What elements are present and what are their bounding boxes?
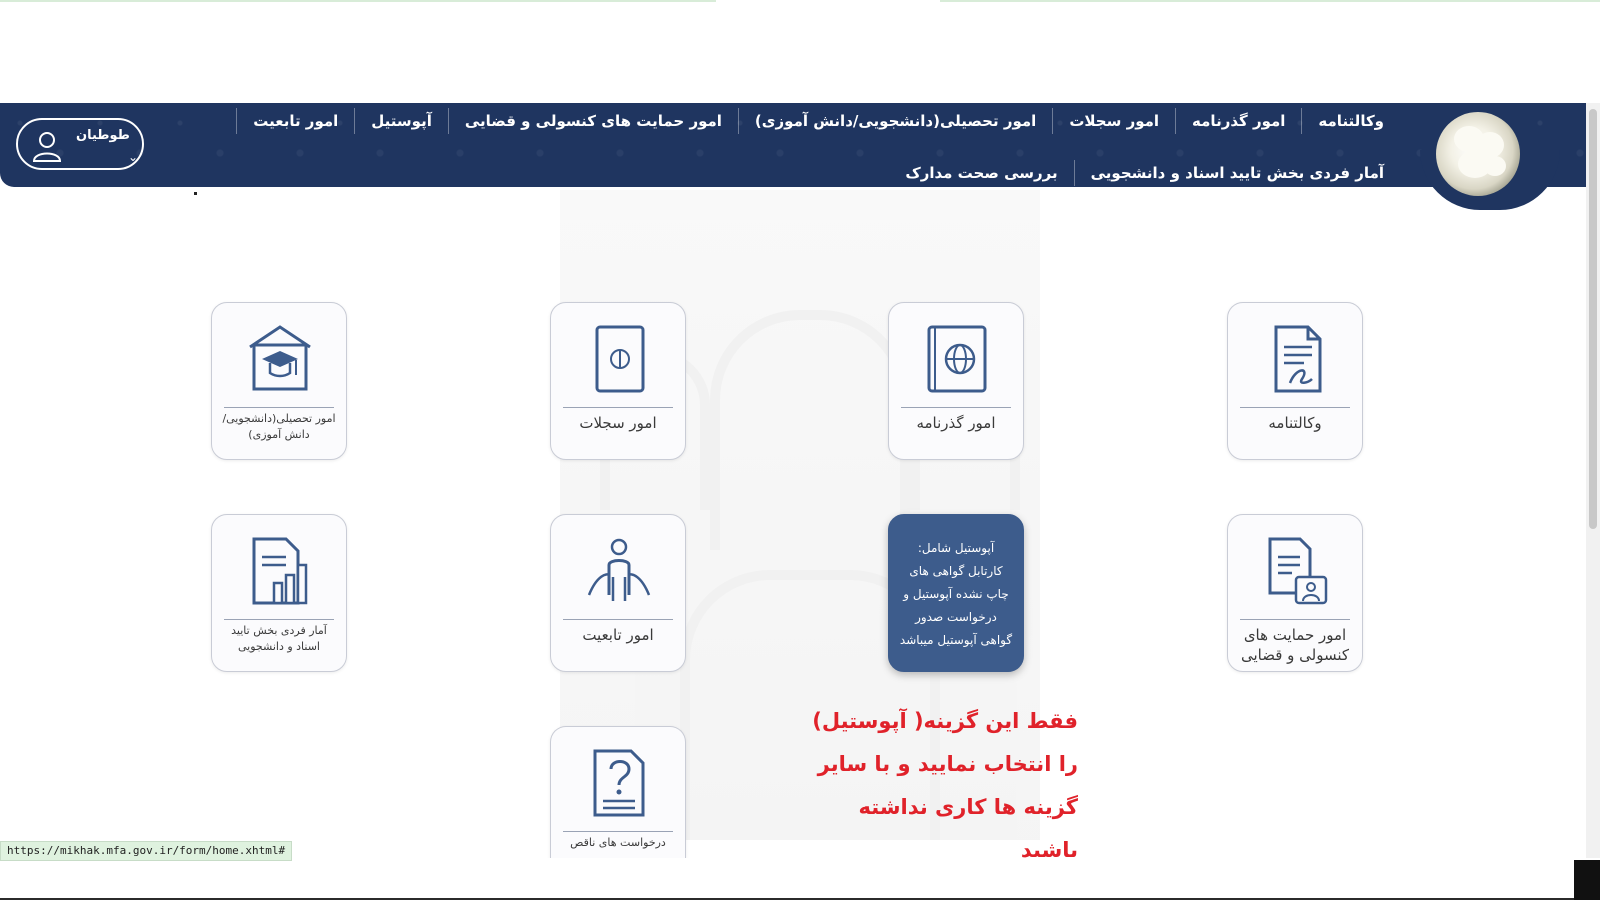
- tile-education[interactable]: امور تحصیلی(دانشجویی/دانش آموزی): [211, 302, 347, 460]
- registry-book-icon: [595, 325, 645, 393]
- apostille-tooltip: آپوستیل شامل: کارتابل گواهی های چاپ نشده…: [899, 541, 1013, 647]
- document-person-icon: [1268, 537, 1328, 605]
- tile-divider: [1240, 407, 1350, 408]
- nav-row-primary: وکالتنامه امور گذرنامه امور سجلات امور ت…: [236, 108, 1400, 134]
- nav-power-of-attorney[interactable]: وکالتنامه: [1301, 108, 1400, 134]
- nav-document-verification[interactable]: بررسی صحت مدارک: [889, 160, 1073, 186]
- corner-widget: [1574, 860, 1600, 900]
- tile-divider: [563, 831, 673, 832]
- tile-label: امور تابعیت: [582, 626, 654, 644]
- nav-apostille[interactable]: آپوستیل: [354, 108, 448, 134]
- user-icon: [32, 132, 62, 162]
- nav-statistics[interactable]: آمار فردی بخش تایید اسناد و دانشجویی: [1073, 160, 1400, 186]
- tile-divider: [563, 619, 673, 620]
- bottom-area: [0, 858, 1600, 900]
- tile-consular-support[interactable]: امور حمایت های کنسولی و قضایی: [1227, 514, 1363, 672]
- tile-incomplete-requests[interactable]: درخواست های ناقص: [550, 726, 686, 858]
- browser-top-line: [0, 0, 1600, 2]
- chevron-down-icon: ⌄: [128, 150, 139, 164]
- tile-passport[interactable]: امور گذرنامه: [888, 302, 1024, 460]
- tile-registry[interactable]: امور سجلات: [550, 302, 686, 460]
- tile-label: درخواست های ناقص: [570, 836, 666, 849]
- document-signature-icon: [1274, 325, 1322, 393]
- vertical-scrollbar[interactable]: [1586, 103, 1600, 858]
- nav-row-secondary: آمار فردی بخش تایید اسناد و دانشجویی برر…: [889, 160, 1400, 186]
- tile-citizenship[interactable]: امور تابعیت: [550, 514, 686, 672]
- carnation-logo[interactable]: [1436, 112, 1520, 196]
- nav-consular-support[interactable]: امور حمایت های کنسولی و قضایی: [447, 108, 738, 134]
- question-document-icon: [593, 749, 645, 817]
- tile-divider: [901, 407, 1011, 408]
- instruction-note: فقط این گزینه( آپوستیل) را انتخاب نمایید…: [812, 709, 1078, 862]
- tile-apostille[interactable]: آپوستیل شامل: کارتابل گواهی های چاپ نشده…: [888, 514, 1024, 672]
- nav-education[interactable]: امور تحصیلی(دانشجویی/دانش آموزی): [737, 108, 1052, 134]
- status-bar-url: https://mikhak.mfa.gov.ir/form/home.xhtm…: [0, 841, 293, 861]
- tile-label: امور گذرنامه: [916, 414, 996, 432]
- stray-dot: [194, 192, 197, 195]
- tile-divider: [563, 407, 673, 408]
- passport-globe-icon: [927, 325, 987, 393]
- scrollbar-thumb[interactable]: [1589, 109, 1597, 529]
- tile-divider: [224, 407, 334, 408]
- nav-passport[interactable]: امور گذرنامه: [1175, 108, 1301, 134]
- tile-divider: [224, 619, 334, 620]
- tile-statistics[interactable]: آمار فردی بخش تایید اسناد و دانشجویی: [211, 514, 347, 672]
- tile-power-of-attorney[interactable]: وکالتنامه: [1227, 302, 1363, 460]
- nav-citizenship[interactable]: امور تابعیت: [236, 108, 354, 134]
- nav-registry[interactable]: امور سجلات: [1052, 108, 1175, 134]
- user-menu-button[interactable]: طوطیان ⌄: [16, 118, 144, 170]
- graduation-cap-icon: [249, 325, 311, 391]
- tile-divider: [1240, 619, 1350, 620]
- user-name: طوطیان: [76, 128, 130, 143]
- tile-label: امور حمایت های کنسولی و قضایی: [1240, 626, 1350, 664]
- tile-label: امور سجلات: [579, 414, 657, 432]
- report-chart-icon: [252, 537, 308, 605]
- tile-label: آمار فردی بخش تایید اسناد و دانشجویی: [231, 624, 327, 653]
- tile-label: امور تحصیلی(دانشجویی/دانش آموزی): [222, 412, 336, 441]
- citizen-person-icon: [587, 538, 651, 601]
- tile-label: وکالتنامه: [1268, 414, 1322, 432]
